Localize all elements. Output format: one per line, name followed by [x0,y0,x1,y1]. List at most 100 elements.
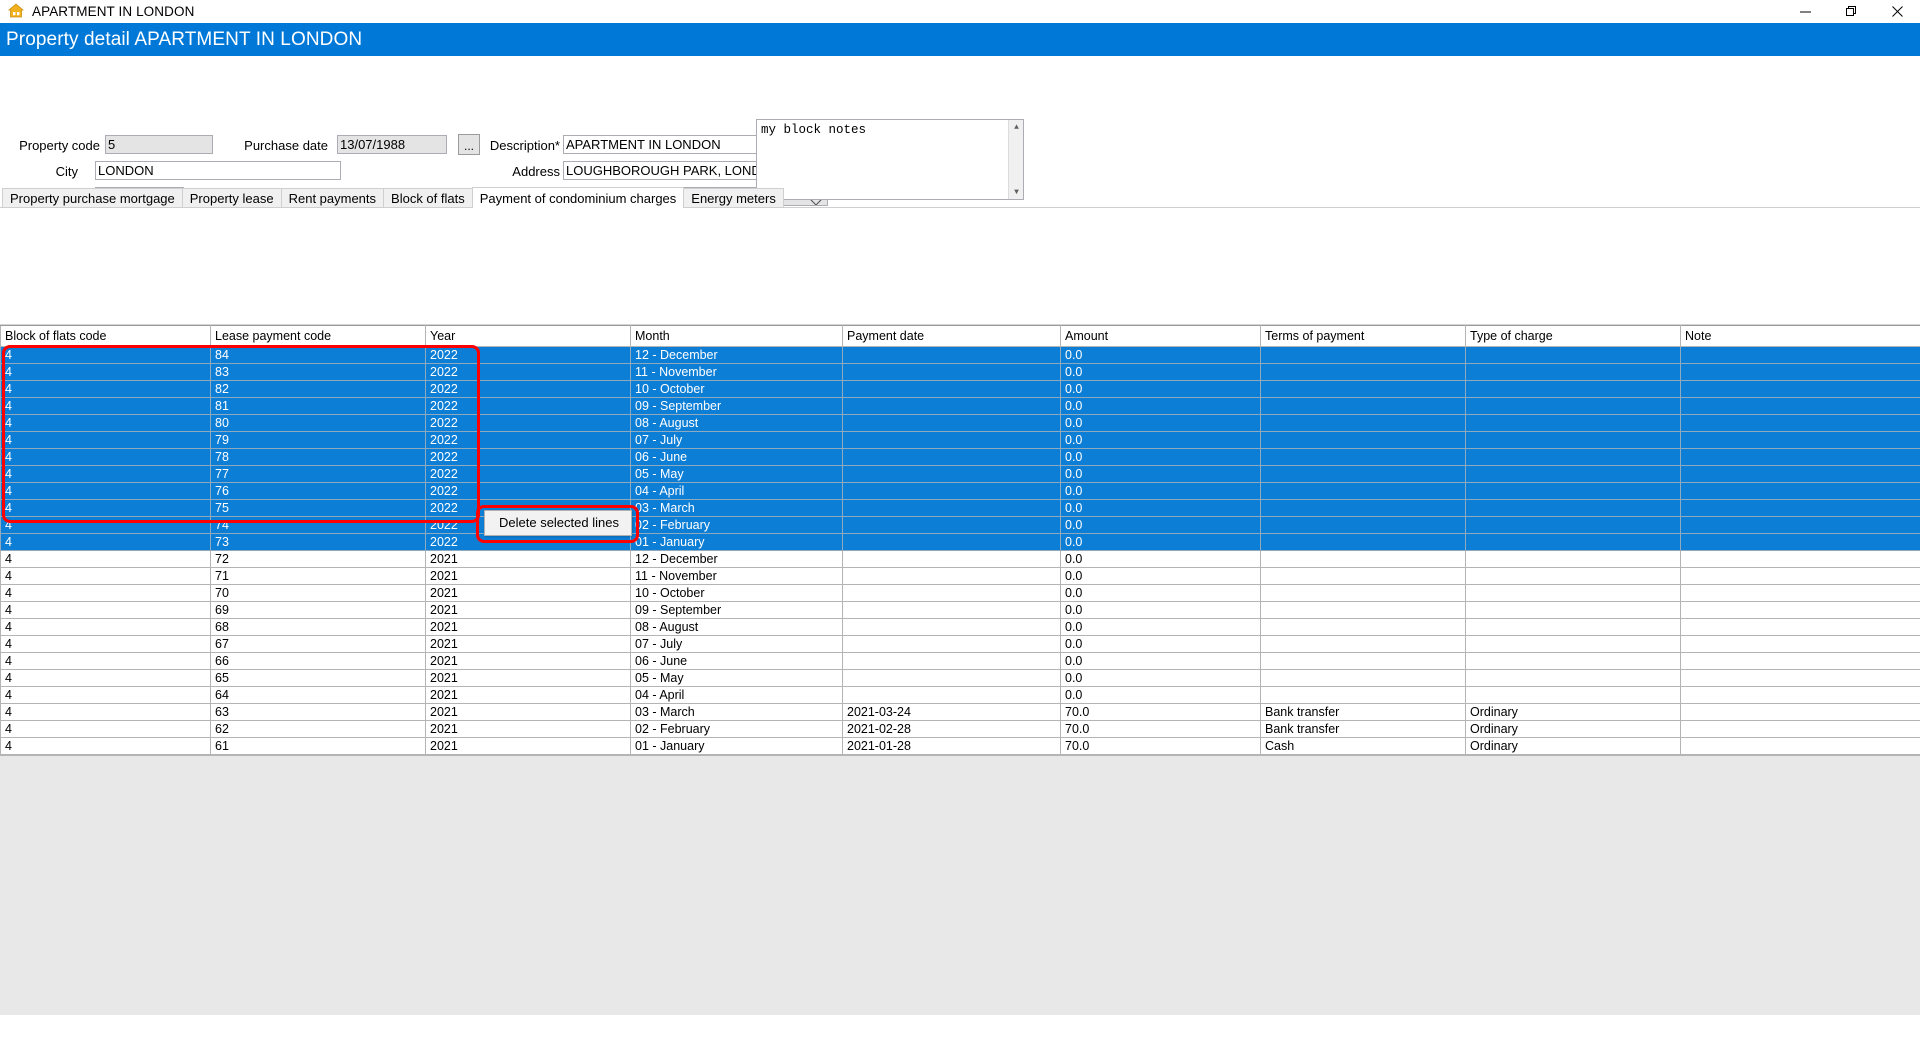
table-cell[interactable]: 4 [1,619,211,636]
tab-block-of-flats[interactable]: Block of flats [383,188,473,207]
table-cell[interactable] [1466,568,1681,585]
column-header-block-of-flats-code[interactable]: Block of flats code [1,326,211,347]
table-cell[interactable] [1466,398,1681,415]
table-cell[interactable] [1681,619,1920,636]
table-cell[interactable]: 4 [1,738,211,755]
table-cell[interactable] [843,381,1061,398]
table-cell[interactable]: 70 [211,585,426,602]
table-cell[interactable] [1466,483,1681,500]
table-cell[interactable] [1261,347,1466,364]
table-cell[interactable]: 68 [211,619,426,636]
table-cell[interactable]: 0.0 [1061,347,1261,364]
table-row[interactable]: 462202102 - February2021-02-2870.0Bank t… [1,721,1920,738]
table-cell[interactable] [1681,483,1920,500]
table-cell[interactable]: 02 - February [631,721,843,738]
table-cell[interactable]: 2022 [426,449,631,466]
table-cell[interactable]: 80 [211,415,426,432]
table-cell[interactable] [1466,670,1681,687]
table-cell[interactable] [1681,721,1920,738]
city-field[interactable]: LONDON [95,161,341,180]
table-cell[interactable]: 4 [1,381,211,398]
table-cell[interactable]: 73 [211,534,426,551]
table-cell[interactable] [1466,500,1681,517]
table-cell[interactable]: 4 [1,602,211,619]
tab-property-lease[interactable]: Property lease [182,188,282,207]
scroll-up-icon[interactable]: ▲ [1009,120,1024,134]
table-cell[interactable] [843,347,1061,364]
table-cell[interactable] [1466,466,1681,483]
table-cell[interactable] [1261,483,1466,500]
table-cell[interactable]: 0.0 [1061,551,1261,568]
table-cell[interactable]: 75 [211,500,426,517]
table-cell[interactable] [1681,534,1920,551]
table-cell[interactable]: 12 - December [631,347,843,364]
tab-rent-payments[interactable]: Rent payments [281,188,384,207]
table-cell[interactable]: 0.0 [1061,585,1261,602]
table-cell[interactable] [1466,381,1681,398]
table-cell[interactable]: 4 [1,653,211,670]
table-cell[interactable]: 84 [211,347,426,364]
table-cell[interactable] [1681,364,1920,381]
table-cell[interactable] [1261,415,1466,432]
table-row[interactable]: 482202210 - October0.0 [1,381,1920,398]
tab-energy-meters[interactable]: Energy meters [683,188,784,207]
table-row[interactable]: 470202110 - October0.0 [1,585,1920,602]
table-cell[interactable] [1466,415,1681,432]
table-cell[interactable]: 70.0 [1061,738,1261,755]
table-cell[interactable]: 01 - January [631,534,843,551]
table-cell[interactable]: 79 [211,432,426,449]
table-cell[interactable] [843,551,1061,568]
table-cell[interactable]: 77 [211,466,426,483]
tab-payment-of-condominium-charges[interactable]: Payment of condominium charges [472,187,685,208]
table-cell[interactable] [1261,602,1466,619]
table-cell[interactable] [1466,653,1681,670]
table-cell[interactable] [1681,432,1920,449]
table-cell[interactable]: 2021 [426,602,631,619]
table-cell[interactable]: 2021 [426,619,631,636]
table-cell[interactable] [1261,466,1466,483]
table-cell[interactable]: 82 [211,381,426,398]
table-cell[interactable]: 4 [1,483,211,500]
table-cell[interactable] [1261,381,1466,398]
table-cell[interactable]: 72 [211,551,426,568]
table-cell[interactable] [843,449,1061,466]
table-cell[interactable]: 09 - September [631,602,843,619]
table-cell[interactable]: 2021 [426,670,631,687]
table-row[interactable]: 479202207 - July0.0 [1,432,1920,449]
table-cell[interactable]: 04 - April [631,483,843,500]
column-header-lease-payment-code[interactable]: Lease payment code [211,326,426,347]
table-row[interactable]: 461202101 - January2021-01-2870.0CashOrd… [1,738,1920,755]
table-cell[interactable]: Ordinary [1466,704,1681,721]
table-cell[interactable]: 4 [1,551,211,568]
table-cell[interactable]: 2022 [426,364,631,381]
table-cell[interactable]: 2022 [426,398,631,415]
table-cell[interactable]: 2021 [426,551,631,568]
table-cell[interactable] [843,653,1061,670]
table-cell[interactable]: 0.0 [1061,687,1261,704]
table-cell[interactable]: 2021 [426,653,631,670]
table-cell[interactable]: 2021 [426,721,631,738]
table-cell[interactable]: 0.0 [1061,534,1261,551]
table-cell[interactable] [843,619,1061,636]
table-row[interactable]: 475202203 - March0.0 [1,500,1920,517]
table-cell[interactable]: 06 - June [631,449,843,466]
context-menu[interactable]: Delete selected lines [484,510,632,536]
table-cell[interactable] [843,687,1061,704]
table-cell[interactable]: 02 - February [631,517,843,534]
table-cell[interactable] [1681,653,1920,670]
table-cell[interactable]: 62 [211,721,426,738]
table-cell[interactable]: 03 - March [631,500,843,517]
table-cell[interactable]: 0.0 [1061,568,1261,585]
table-row[interactable]: 464202104 - April0.0 [1,687,1920,704]
table-cell[interactable] [843,602,1061,619]
table-cell[interactable]: 2022 [426,466,631,483]
table-cell[interactable]: 2022 [426,347,631,364]
table-cell[interactable] [1466,347,1681,364]
column-header-year[interactable]: Year [426,326,631,347]
tab-property-purchase-mortgage[interactable]: Property purchase mortgage [2,188,183,207]
table-cell[interactable]: 0.0 [1061,619,1261,636]
table-row[interactable]: 476202204 - April0.0 [1,483,1920,500]
table-cell[interactable]: 4 [1,636,211,653]
table-cell[interactable] [1466,551,1681,568]
table-cell[interactable] [1681,670,1920,687]
